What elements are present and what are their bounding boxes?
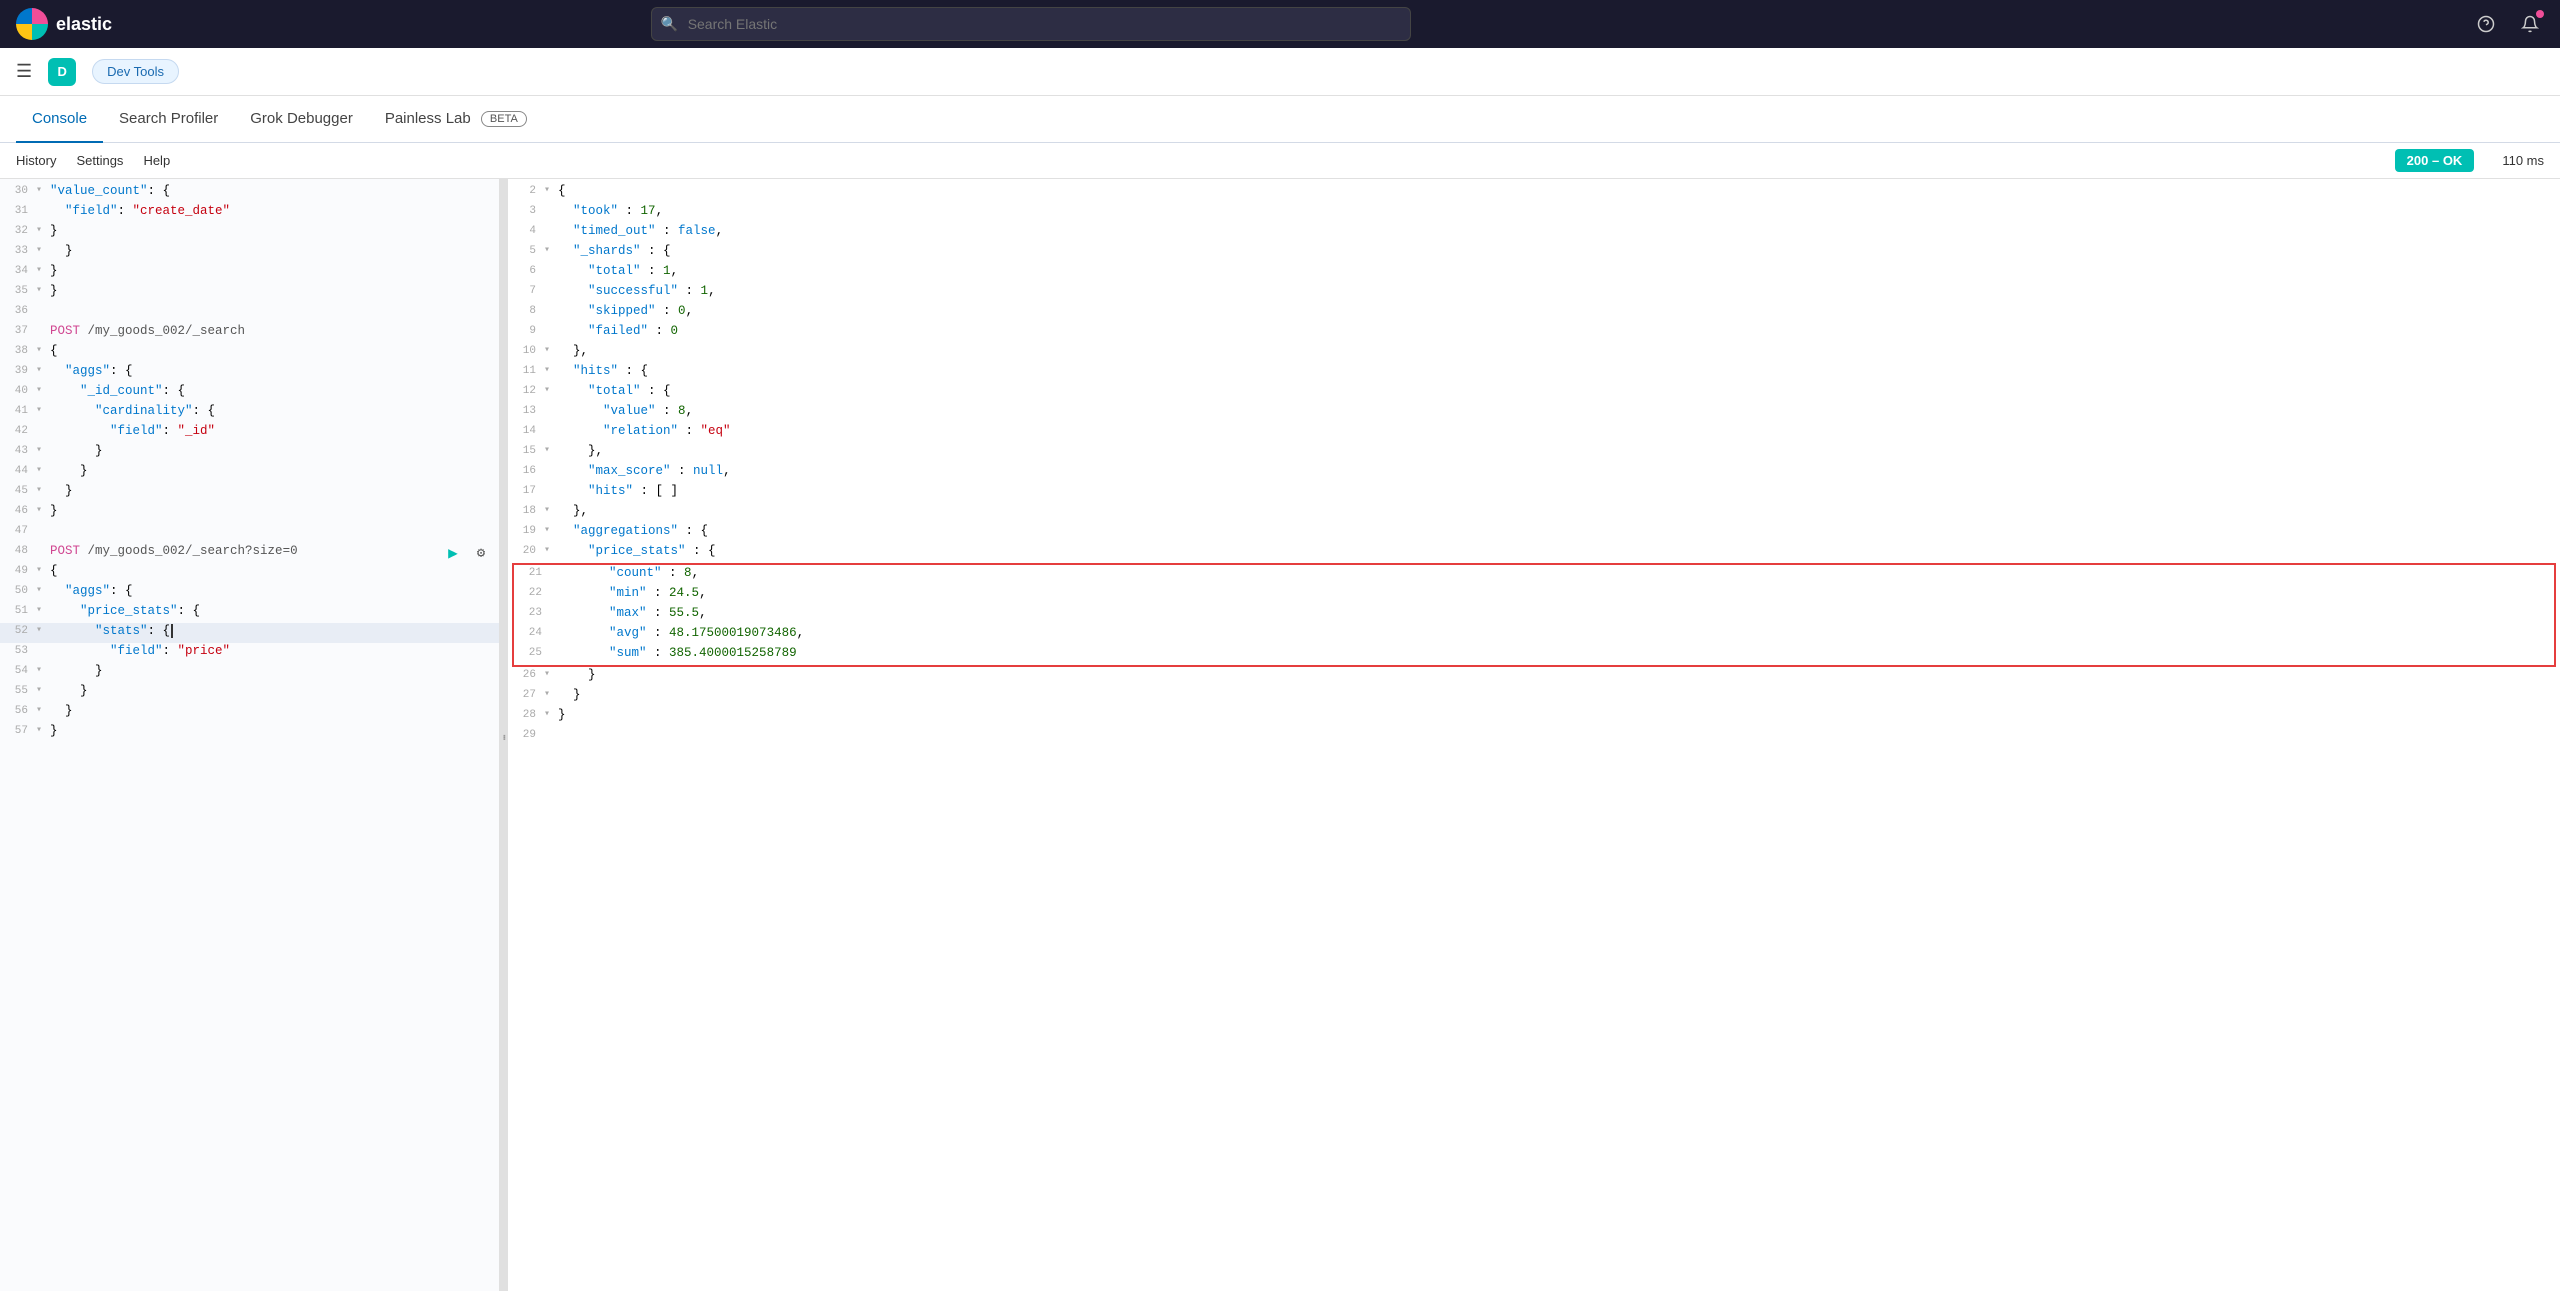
- code-line: 53 "field": "price": [0, 643, 499, 663]
- help-button[interactable]: Help: [143, 153, 170, 168]
- response-line: 5 ▾ "_shards" : {: [508, 243, 2560, 263]
- run-button[interactable]: ▶: [443, 543, 463, 563]
- time-badge: 110 ms: [2502, 153, 2544, 168]
- response-line: 8 "skipped" : 0,: [508, 303, 2560, 323]
- code-line: 51 ▾ "price_stats": {: [0, 603, 499, 623]
- code-line: 41 ▾ "cardinality": {: [0, 403, 499, 423]
- code-line: 35 ▾ }: [0, 283, 499, 303]
- response-line: 9 "failed" : 0: [508, 323, 2560, 343]
- notification-button[interactable]: [2516, 10, 2544, 38]
- response-line: 21 "count" : 8,: [514, 565, 2554, 585]
- code-line: 38 ▾ {: [0, 343, 499, 363]
- history-button[interactable]: History: [16, 153, 56, 168]
- code-line: 31 "field": "create_date": [0, 203, 499, 223]
- status-badge: 200 – OK: [2395, 149, 2475, 172]
- response-line: 6 "total" : 1,: [508, 263, 2560, 283]
- code-line: 44 ▾ }: [0, 463, 499, 483]
- response-line: 29: [508, 727, 2560, 747]
- search-icon: 🔍: [661, 16, 678, 33]
- code-line: 42 "field": "_id": [0, 423, 499, 443]
- response-line: 25 "sum" : 385.4000015258789: [514, 645, 2554, 665]
- search-input[interactable]: [651, 7, 1411, 41]
- response-line: 15 ▾ },: [508, 443, 2560, 463]
- response-line: 17 "hits" : [ ]: [508, 483, 2560, 503]
- code-line: 46 ▾ }: [0, 503, 499, 523]
- response-line: 23 "max" : 55.5,: [514, 605, 2554, 625]
- nav-icons: [2472, 10, 2544, 38]
- action-icons: ▶ ⚙: [443, 543, 491, 563]
- beta-badge: BETA: [481, 111, 527, 127]
- tab-console[interactable]: Console: [16, 96, 103, 143]
- code-line: 36: [0, 303, 499, 323]
- code-line: 30 ▾ "value_count": {: [0, 183, 499, 203]
- code-line: 56 ▾ }: [0, 703, 499, 723]
- code-line: 54 ▾ }: [0, 663, 499, 683]
- help-icon-button[interactable]: [2472, 10, 2500, 38]
- code-line: 45 ▾ }: [0, 483, 499, 503]
- code-line: 40 ▾ "_id_count": {: [0, 383, 499, 403]
- tab-search-profiler[interactable]: Search Profiler: [103, 96, 234, 143]
- dev-tools-button[interactable]: Dev Tools: [92, 59, 179, 84]
- editor-panel[interactable]: 30 ▾ "value_count": { 31 "field": "creat…: [0, 179, 500, 1291]
- response-line: 3 "took" : 17,: [508, 203, 2560, 223]
- response-line: 11 ▾ "hits" : {: [508, 363, 2560, 383]
- global-search[interactable]: 🔍: [651, 7, 1411, 41]
- toolbar: History Settings Help 200 – OK 110 ms: [0, 143, 2560, 179]
- tab-grok-debugger[interactable]: Grok Debugger: [234, 96, 369, 143]
- logo-text: elastic: [56, 14, 112, 35]
- code-line: 47: [0, 523, 499, 543]
- user-avatar[interactable]: D: [48, 58, 76, 86]
- code-line: 48 POST /my_goods_002/_search?size=0 ▶ ⚙: [0, 543, 499, 563]
- response-line: 16 "max_score" : null,: [508, 463, 2560, 483]
- copy-button[interactable]: ⚙: [471, 543, 491, 563]
- response-line: 26 ▾ }: [508, 667, 2560, 687]
- response-line: 28 ▾ }: [508, 707, 2560, 727]
- response-line: 24 "avg" : 48.17500019073486,: [514, 625, 2554, 645]
- code-line: 37 POST /my_goods_002/_search: [0, 323, 499, 343]
- notification-dot: [2536, 10, 2544, 18]
- code-line: 32 ▾ }: [0, 223, 499, 243]
- response-line: 27 ▾ }: [508, 687, 2560, 707]
- response-line: 2 ▾ {: [508, 183, 2560, 203]
- logo-icon: [16, 8, 48, 40]
- code-line: 39 ▾ "aggs": {: [0, 363, 499, 383]
- code-line: 33 ▾ }: [0, 243, 499, 263]
- code-line: 57 ▾ }: [0, 723, 499, 743]
- response-content[interactable]: 2 ▾ { 3 "took" : 17, 4 "timed_out" : fal…: [508, 179, 2560, 1291]
- response-line: 19 ▾ "aggregations" : {: [508, 523, 2560, 543]
- code-line: 49 ▾ {: [0, 563, 499, 583]
- response-line: 7 "successful" : 1,: [508, 283, 2560, 303]
- elastic-logo[interactable]: elastic: [16, 8, 112, 40]
- code-line: 50 ▾ "aggs": {: [0, 583, 499, 603]
- settings-button[interactable]: Settings: [76, 153, 123, 168]
- response-line: 22 "min" : 24.5,: [514, 585, 2554, 605]
- code-line: 34 ▾ }: [0, 263, 499, 283]
- top-navigation: elastic 🔍: [0, 0, 2560, 48]
- response-line: 12 ▾ "total" : {: [508, 383, 2560, 403]
- response-line: 13 "value" : 8,: [508, 403, 2560, 423]
- response-line: 4 "timed_out" : false,: [508, 223, 2560, 243]
- response-line: 20 ▾ "price_stats" : {: [508, 543, 2560, 563]
- response-line: 10 ▾ },: [508, 343, 2560, 363]
- response-line: 14 "relation" : "eq": [508, 423, 2560, 443]
- highlighted-result-box: 21 "count" : 8, 22 "min" : 24.5, 23 "max…: [512, 563, 2556, 667]
- tabs-bar: Console Search Profiler Grok Debugger Pa…: [0, 96, 2560, 143]
- code-line: 55 ▾ }: [0, 683, 499, 703]
- response-line: 18 ▾ },: [508, 503, 2560, 523]
- hamburger-button[interactable]: ☰: [16, 61, 32, 82]
- sub-navigation: ☰ D Dev Tools: [0, 48, 2560, 96]
- panel-divider[interactable]: · · ·: [500, 179, 508, 1291]
- response-panel[interactable]: 2 ▾ { 3 "took" : 17, 4 "timed_out" : fal…: [508, 179, 2560, 1291]
- tab-painless-lab[interactable]: Painless Lab BETA: [369, 96, 543, 143]
- main-content: 30 ▾ "value_count": { 31 "field": "creat…: [0, 179, 2560, 1291]
- code-line: 43 ▾ }: [0, 443, 499, 463]
- editor-content[interactable]: 30 ▾ "value_count": { 31 "field": "creat…: [0, 179, 499, 1291]
- code-line: 52 ▾ "stats": {: [0, 623, 499, 643]
